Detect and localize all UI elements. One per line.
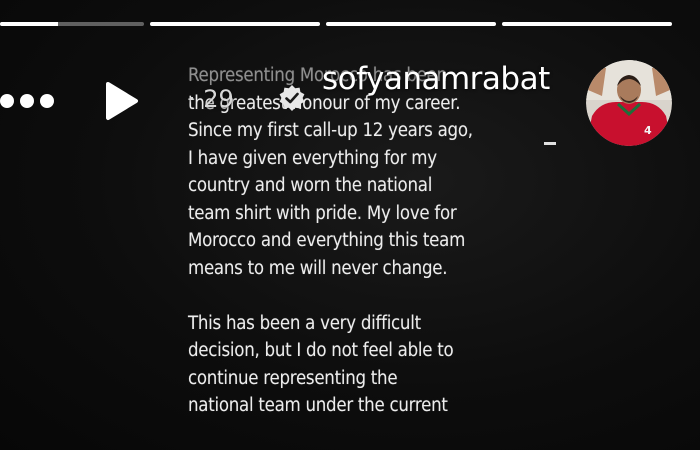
story-text-content: Representing Morocco has been the greate… — [188, 62, 476, 447]
progress-segment — [0, 22, 144, 26]
verified-badge-icon — [279, 85, 305, 111]
progress-segment — [326, 22, 496, 26]
progress-segment — [150, 22, 320, 26]
progress-segment-fill — [326, 22, 496, 26]
progress-segment-fill — [502, 22, 672, 26]
timestamp-value: 29 — [203, 85, 234, 113]
story-paragraph: This has been a very difficult decision,… — [188, 312, 454, 417]
more-dot — [20, 94, 34, 108]
avatar[interactable]: 4 — [586, 60, 672, 146]
jersey-number: 4 — [644, 124, 652, 137]
progress-segment-fill — [150, 22, 320, 26]
timestamp-separator: · — [188, 85, 196, 113]
more-dot — [0, 94, 14, 108]
dash-mark — [544, 142, 556, 145]
more-dot — [40, 94, 54, 108]
progress-segment-fill — [0, 22, 58, 26]
more-horizontal-icon[interactable] — [0, 88, 58, 114]
progress-segment — [502, 22, 672, 26]
story-username[interactable]: sofyanamrabat — [322, 58, 592, 100]
story-viewer: Representing Morocco has been the greate… — [0, 0, 700, 450]
story-progress-bar — [0, 22, 700, 26]
story-timestamp: · 29 — [188, 84, 234, 114]
play-icon[interactable] — [100, 80, 142, 122]
